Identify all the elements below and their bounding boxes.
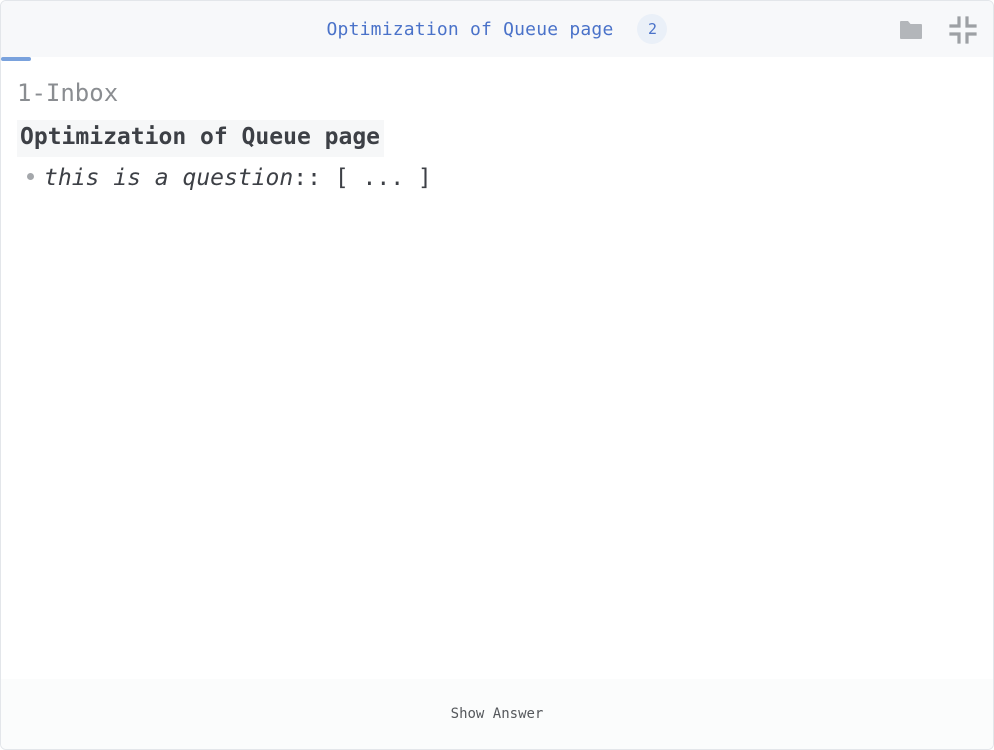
cloze-label: [ ... ] (334, 165, 432, 192)
folder-icon (900, 21, 922, 39)
footer-bar: Show Answer (1, 679, 993, 749)
deck-name: 1-Inbox (17, 79, 119, 107)
bullet-dot-icon (27, 173, 34, 181)
bullet-list: this is a question :: [ ... ] (17, 161, 977, 196)
collapse-button[interactable] (947, 14, 979, 46)
header-title: Optimization of Queue page (326, 18, 614, 40)
question-separator: :: (293, 165, 321, 192)
collapse-icon (949, 16, 977, 44)
show-answer-button[interactable]: Show Answer (441, 700, 554, 728)
cloze-placeholder[interactable]: [ ... ] (321, 161, 432, 196)
count-badge: 2 (637, 14, 668, 44)
card-content: 1-Inbox Optimization of Queue page this … (1, 61, 993, 679)
header-bar: Optimization of Queue page 2 (1, 1, 993, 57)
review-window: Optimization of Queue page 2 1-Inbox Opt… (0, 0, 994, 750)
bullet-item[interactable]: this is a question :: [ ... ] (27, 161, 977, 196)
header-actions (895, 14, 979, 46)
header-center: Optimization of Queue page 2 (327, 14, 668, 44)
folder-button[interactable] (895, 14, 927, 46)
block-title[interactable]: Optimization of Queue page (17, 119, 385, 158)
question-text: this is a question (44, 165, 294, 192)
